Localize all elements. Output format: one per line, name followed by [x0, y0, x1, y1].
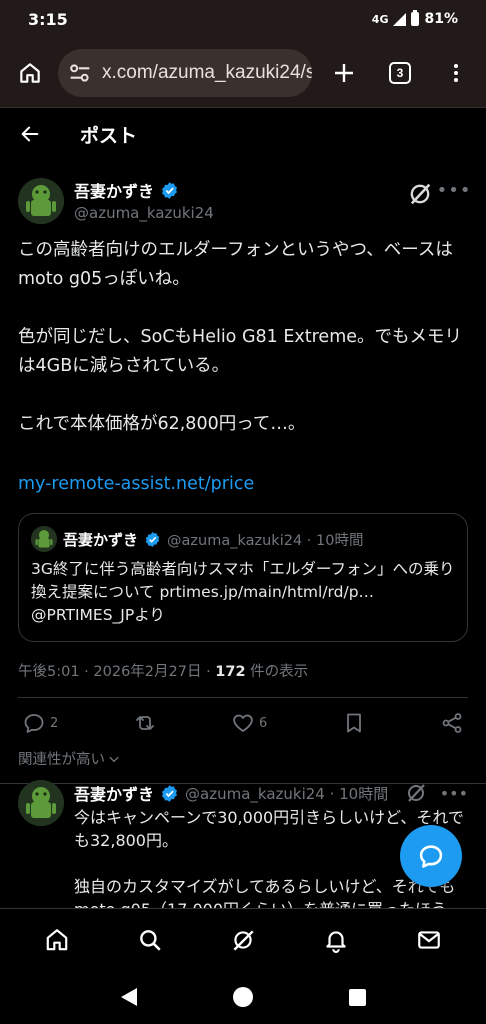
more-options-icon[interactable]: ••• — [437, 176, 471, 204]
post-link[interactable]: my-remote-assist.net/price — [0, 470, 486, 499]
reply-icon — [24, 714, 44, 733]
url-text[interactable]: x.com/azuma_kazuki24/s — [102, 62, 312, 84]
post-paragraph: 色が同じだし、SoCもHelio G81 Extreme。でもメモリは4GBに減… — [18, 327, 463, 376]
share-button[interactable] — [440, 711, 464, 735]
repost-icon — [135, 716, 154, 730]
verified-badge-icon — [145, 531, 160, 547]
grok-icon[interactable] — [406, 180, 434, 208]
post-timestamp: 午後5:01 · 2026年2月27日 · 172 件の表示 — [0, 660, 486, 681]
quote-author-name: 吾妻かずき — [63, 530, 139, 549]
nav-notifications[interactable] — [312, 916, 360, 964]
android-avatar-icon — [31, 526, 57, 552]
nav-search[interactable] — [126, 916, 174, 964]
compose-reply-button[interactable] — [400, 825, 462, 887]
network-type: 4G — [371, 12, 389, 26]
bottom-navigation — [0, 908, 486, 970]
nav-grok[interactable] — [219, 916, 267, 964]
nav-home[interactable] — [33, 916, 81, 964]
reply-button[interactable]: 2 — [22, 711, 58, 735]
verified-badge-icon — [162, 181, 177, 199]
address-bar[interactable]: x.com/azuma_kazuki24/s — [58, 48, 312, 97]
tab-switcher-button[interactable]: 3 — [372, 45, 428, 101]
timestamp-text: 午後5:01 · 2026年2月27日 · — [18, 664, 216, 680]
quote-meta: @azuma_kazuki24 · 10時間 — [167, 532, 364, 549]
more-options-icon[interactable]: ••• — [440, 784, 468, 803]
android-avatar-icon — [18, 780, 64, 826]
mail-icon — [418, 930, 441, 949]
reply-meta: @azuma_kazuki24 · 10時間 — [185, 784, 389, 803]
chevron-down-icon — [109, 756, 119, 762]
reply-paragraph: 独自のカスタマイズがしてあるらしいけど、それでもmoto g05（17,000円… — [74, 877, 456, 908]
bookmark-icon — [346, 713, 361, 733]
post-paragraph: これで本体価格が62,800円って…。 — [18, 414, 306, 434]
tab-count: 3 — [389, 61, 411, 84]
home-icon — [20, 62, 40, 83]
action-bar: 2 6 — [0, 698, 486, 748]
home-icon — [46, 928, 67, 950]
quoted-post[interactable]: 吾妻かずき @azuma_kazuki24 · 10時間 3G終了に伴う高齢者向… — [18, 513, 468, 642]
author-handle[interactable]: @azuma_kazuki24 — [74, 204, 406, 222]
chat-bubble-icon — [419, 845, 443, 868]
battery-icon — [411, 10, 420, 26]
heart-icon — [233, 714, 253, 732]
plus-icon — [335, 63, 353, 82]
page-header: ポスト — [0, 108, 486, 160]
browser-menu-button[interactable] — [428, 45, 484, 101]
quote-avatar — [31, 526, 57, 552]
status-bar: 3:15 4G 81% — [0, 0, 486, 38]
system-navigation — [0, 970, 486, 1024]
signal-icon — [393, 12, 407, 26]
site-settings-icon[interactable] — [66, 59, 94, 87]
page-title: ポスト — [80, 124, 138, 147]
view-count[interactable]: 172 — [215, 664, 245, 680]
new-tab-button[interactable] — [316, 45, 372, 101]
repost-button[interactable] — [133, 711, 157, 735]
reply-sort-dropdown[interactable]: 関連性が高い — [0, 748, 486, 769]
like-count: 6 — [259, 715, 268, 731]
quote-text: 3G終了に伴う高齢者向けスマホ「エルダーフォン」への乗り換え提案について prt… — [31, 560, 455, 624]
search-icon — [139, 929, 161, 951]
avatar[interactable] — [18, 178, 64, 224]
system-back-icon[interactable] — [120, 988, 137, 1006]
post-header: 吾妻かずき @azuma_kazuki24 ••• — [0, 172, 486, 232]
status-icons: 4G 81% — [371, 10, 458, 27]
verified-badge-icon — [162, 784, 177, 802]
system-recents-icon[interactable] — [348, 988, 366, 1006]
back-button[interactable] — [2, 108, 58, 160]
browser-home-button[interactable] — [2, 45, 58, 101]
sort-label: 関連性が高い — [18, 752, 105, 768]
grok-icon — [233, 929, 254, 951]
nav-messages[interactable] — [405, 916, 453, 964]
bookmark-button[interactable] — [342, 711, 366, 735]
reply-count: 2 — [50, 715, 59, 731]
grok-icon[interactable] — [404, 781, 428, 805]
android-avatar-icon — [18, 178, 64, 224]
like-button[interactable]: 6 — [231, 711, 267, 735]
author-name[interactable]: 吾妻かずき — [74, 178, 154, 202]
avatar[interactable] — [18, 780, 64, 826]
views-label: 件の表示 — [245, 664, 309, 680]
reply-author-name[interactable]: 吾妻かずき — [74, 781, 154, 805]
arrow-left-icon — [21, 126, 39, 142]
system-home-icon[interactable] — [232, 987, 253, 1007]
post-paragraph: この高齢者向けのエルダーフォンというやつ、ベースはmoto g05っぽいね。 — [18, 240, 453, 289]
more-vert-icon — [454, 63, 458, 82]
post-text: この高齢者向けのエルダーフォンというやつ、ベースはmoto g05っぽいね。 色… — [0, 236, 486, 439]
main-post: 吾妻かずき @azuma_kazuki24 ••• この高齢者向けのエルダーフォ… — [0, 172, 486, 784]
battery-level: 81% — [424, 11, 458, 27]
share-icon — [442, 713, 462, 733]
bell-icon — [326, 930, 346, 953]
status-time: 3:15 — [28, 9, 68, 29]
browser-toolbar: x.com/azuma_kazuki24/s 3 — [0, 38, 486, 108]
